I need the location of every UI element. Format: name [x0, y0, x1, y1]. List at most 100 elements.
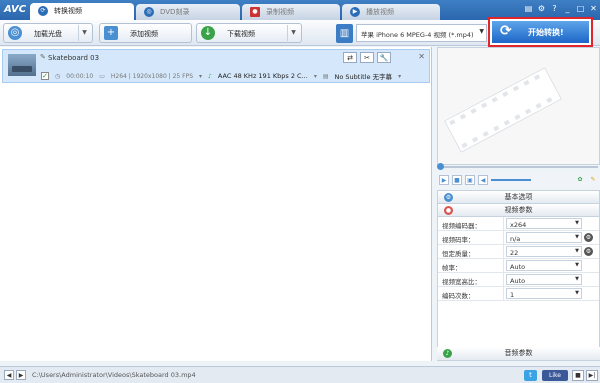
chevron-down-icon: ▼	[575, 248, 579, 254]
param-label: 恒定质量：	[438, 245, 504, 258]
duration: 00:00:10	[66, 72, 94, 80]
previous-icon[interactable]: ◀	[4, 370, 14, 380]
maximize-icon[interactable]: □	[576, 4, 585, 13]
app-window: AVC ⟳ 转换视频 ◎ DVD刻录 ● 录制视频 ▶ 播放视频 ▤ ⚙ ? _…	[0, 0, 600, 383]
gear-icon[interactable]: ⚙	[584, 247, 593, 256]
list-item[interactable]: ✎ Skateboard 03 ⇄ ✂ 🔧 ✕ ✓ ◷ 00:00:10 ▭ H…	[2, 49, 430, 83]
load-disc-label: 加载光盘	[34, 30, 62, 38]
wrench-icon[interactable]: 🔧	[377, 52, 391, 63]
effects-icon[interactable]: ✿	[575, 175, 585, 185]
param-row: 帧率： Auto ▼	[438, 259, 599, 273]
basic-options-label: 基本选项	[504, 193, 533, 201]
scissors-icon[interactable]: ✂	[360, 52, 374, 63]
audio-icon: ♪	[443, 349, 452, 358]
param-label: 编码次数：	[438, 287, 504, 300]
minimize-icon[interactable]: _	[563, 4, 572, 13]
swap-icon[interactable]: ⇄	[343, 52, 357, 63]
seek-handle[interactable]	[437, 163, 444, 170]
skip-end-icon[interactable]: ▶|	[586, 370, 598, 381]
gear-icon: ⚙	[444, 193, 453, 202]
tab-dvd-burn[interactable]: ◎ DVD刻录	[136, 4, 240, 20]
facebook-like-button[interactable]: Like	[542, 370, 568, 381]
gear-icon[interactable]: ⚙	[584, 233, 593, 242]
video-params-icon: ●	[444, 206, 453, 215]
param-value: x264	[510, 221, 527, 229]
close-icon[interactable]: ✕	[589, 4, 598, 13]
window-controls: ▤ ⚙ ? _ □ ✕	[524, 4, 598, 13]
param-row: 视频编码器： x264 ▼	[438, 217, 599, 231]
chevron-down-icon[interactable]: ▾	[314, 73, 317, 80]
param-value: Auto	[510, 277, 526, 285]
snapshot-icon[interactable]: ▣	[465, 175, 475, 185]
video-thumbnail[interactable]	[8, 54, 36, 76]
film-add-icon: +	[104, 26, 118, 40]
include-checkbox[interactable]: ✓	[41, 72, 49, 80]
seek-slider[interactable]	[437, 163, 600, 170]
param-value: Auto	[510, 263, 526, 271]
convert-button-frame: ⟳ 开始转换!	[488, 17, 593, 47]
constant-quality-select[interactable]: 22 ▼	[506, 246, 582, 257]
video-bitrate-select[interactable]: n/a ▼	[506, 232, 582, 243]
menu-icon[interactable]: ▤	[524, 4, 533, 13]
audio-track[interactable]: AAC 48 KHz 191 Kbps 2 C...	[218, 72, 308, 80]
subtitle-icon: ▤	[322, 72, 329, 80]
audio-params-label: 音频参数	[504, 349, 533, 357]
frame-rate-select[interactable]: Auto ▼	[506, 260, 582, 271]
param-value: 22	[510, 249, 519, 257]
tab-label: 转换视频	[54, 7, 82, 15]
chevron-down-icon: ▼	[575, 276, 579, 282]
chevron-down-icon: ▼	[575, 234, 579, 240]
gear-icon[interactable]: ⚙	[537, 4, 546, 13]
subtitle-track[interactable]: No Subtitle 无字幕	[335, 71, 393, 81]
start-convert-button[interactable]: ⟳ 开始转换!	[492, 21, 589, 43]
load-disc-button[interactable]: ◎ 加载光盘 ▼	[3, 23, 93, 43]
add-video-label: 添加视频	[130, 30, 158, 38]
refresh-icon: ⟳	[500, 23, 512, 39]
play-icon[interactable]: ▶	[439, 175, 449, 185]
chevron-down-icon[interactable]: ▼	[287, 25, 299, 41]
stop-icon[interactable]: ■	[572, 370, 584, 381]
output-profile-select[interactable]: 苹果 iPhone 6 MPEG-4 视频 (*.mp4) ▼	[356, 24, 487, 42]
twitter-icon[interactable]: t	[524, 370, 537, 381]
tab-label: 播放视频	[366, 8, 394, 16]
help-icon[interactable]: ?	[550, 4, 559, 13]
chevron-down-icon: ▼	[575, 290, 579, 296]
profile-settings-icon[interactable]: ▥	[336, 24, 353, 43]
edit-name-icon[interactable]: ✎	[40, 53, 46, 61]
encode-passes-select[interactable]: 1 ▼	[506, 288, 582, 299]
audio-icon: ♪	[208, 72, 212, 80]
volume-icon[interactable]: ◀	[478, 175, 488, 185]
stop-icon[interactable]: ■	[452, 175, 462, 185]
tab-convert-video[interactable]: ⟳ 转换视频	[30, 3, 134, 20]
record-icon: ●	[250, 7, 260, 17]
download-video-label: 下载视频	[227, 30, 255, 38]
volume-slider[interactable]	[491, 179, 531, 181]
magic-wand-icon[interactable]: ✎	[588, 175, 598, 185]
tab-record-video[interactable]: ● 录制视频	[242, 4, 340, 20]
chevron-down-icon[interactable]: ▾	[199, 73, 202, 80]
param-row: 编码次数： 1 ▼	[438, 287, 599, 301]
add-video-button[interactable]: + 添加视频	[99, 23, 192, 43]
file-name: Skateboard 03	[48, 54, 100, 62]
video-params-header[interactable]: ● 视频参数	[438, 204, 599, 217]
video-encoder-select[interactable]: x264 ▼	[506, 218, 582, 229]
tab-label: DVD刻录	[160, 8, 190, 16]
tab-play-video[interactable]: ▶ 播放视频	[342, 4, 440, 20]
audio-params-header[interactable]: ♪ 音频参数	[437, 347, 600, 361]
chevron-down-icon: ▼	[575, 220, 579, 226]
aspect-ratio-select[interactable]: Auto ▼	[506, 274, 582, 285]
chevron-down-icon[interactable]: ▾	[398, 73, 401, 80]
app-logo: AVC	[4, 4, 27, 15]
download-video-button[interactable]: ↓ 下载视频 ▼	[196, 23, 302, 43]
video-info: H264 | 1920x1080 | 25 FPS	[110, 72, 194, 80]
next-icon[interactable]: ▶	[16, 370, 26, 380]
param-label: 视频码率：	[438, 231, 504, 244]
basic-options-header[interactable]: ⚙ 基本选项	[438, 191, 599, 204]
file-list: ✎ Skateboard 03 ⇄ ✂ 🔧 ✕ ✓ ◷ 00:00:10 ▭ H…	[0, 47, 432, 361]
item-controls: ⇄ ✂ 🔧	[343, 52, 391, 63]
param-row: 恒定质量： 22 ▼ ⚙	[438, 245, 599, 259]
chevron-down-icon[interactable]: ▼	[78, 25, 90, 41]
settings-panel: ⚙ 基本选项 ● 视频参数 视频编码器： x264 ▼ 视频码率： n/a ▼ ⚙ …	[437, 190, 600, 361]
film-icon: ▭	[99, 72, 105, 80]
remove-item-icon[interactable]: ✕	[418, 52, 425, 61]
